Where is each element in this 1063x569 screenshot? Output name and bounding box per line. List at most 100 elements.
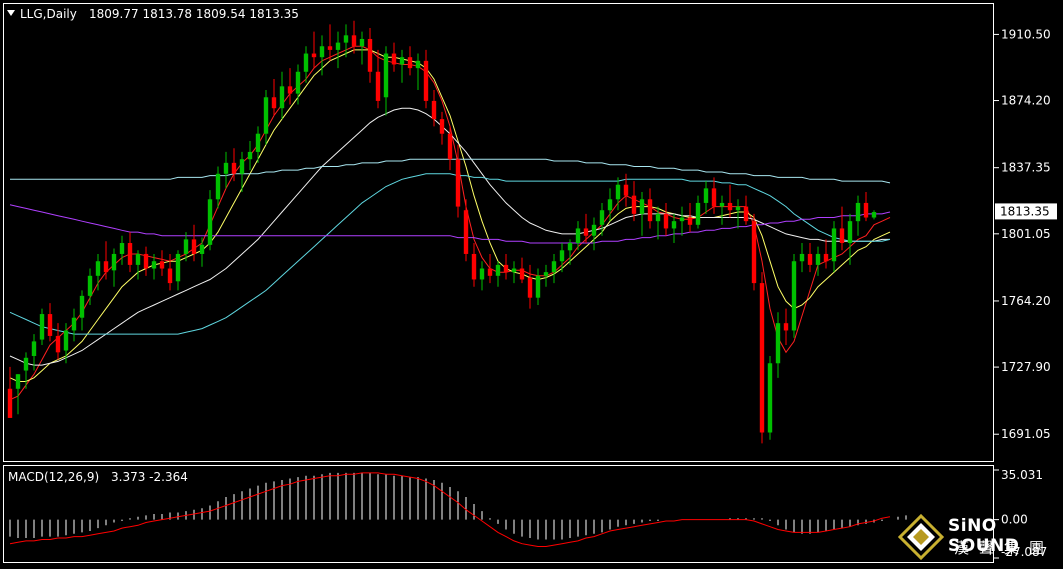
candle-body: [183, 239, 189, 254]
candle-body: [327, 46, 333, 50]
candle-body: [575, 228, 581, 244]
sinosound-logo: SiNO SOUND 漢聲集團: [896, 512, 1056, 562]
candle-body: [591, 224, 597, 236]
candle-body: [431, 100, 437, 120]
candle-body: [791, 261, 797, 331]
candle-body: [607, 199, 613, 211]
candle-body: [415, 60, 421, 69]
candle-body: [15, 374, 21, 389]
candle-body: [815, 253, 821, 265]
candle-body: [823, 253, 829, 262]
candle-body: [463, 210, 469, 254]
candle-body: [319, 46, 325, 58]
candle-body: [127, 243, 133, 265]
candle-body: [295, 71, 301, 94]
candle-body: [727, 202, 733, 211]
candle-body: [215, 173, 221, 200]
candle-body: [855, 202, 861, 222]
candle-body: [759, 283, 765, 433]
candle-body: [351, 35, 357, 47]
candle-body: [703, 188, 709, 203]
candle-body: [495, 264, 501, 276]
chart-window: 1910.50 1874.20 1837.35 1801.05 1764.20 1727.…: [0, 0, 1063, 565]
candle-body: [271, 97, 277, 109]
candle-body: [87, 275, 93, 296]
candle-body: [119, 243, 125, 254]
candle-body: [743, 206, 749, 222]
candle-body: [311, 53, 317, 58]
candle-body: [207, 199, 213, 245]
candle-body: [231, 162, 237, 174]
candle-body: [687, 217, 693, 225]
candle-body: [479, 268, 485, 280]
candle-body: [775, 323, 781, 364]
candle-body: [247, 151, 253, 160]
candle-body: [279, 86, 285, 109]
candle-body: [95, 261, 101, 276]
candle-body: [143, 253, 149, 269]
candle-body: [359, 38, 365, 47]
candle-body: [423, 60, 429, 101]
candle-body: [583, 228, 589, 236]
candle-body: [711, 188, 717, 207]
candle-body: [399, 57, 405, 65]
candle-body: [615, 184, 621, 200]
candle-body: [447, 133, 453, 160]
candle-body: [783, 323, 789, 331]
macd-values: 3.373 -2.364: [111, 470, 188, 484]
candle-body: [663, 213, 669, 229]
macd-label: MACD(12,26,9): [8, 470, 99, 484]
chart-svg: 1910.50 1874.20 1837.35 1801.05 1764.20 1727.…: [0, 0, 1063, 565]
candle: [767, 355, 773, 440]
candle-body: [239, 159, 245, 174]
candle-body: [631, 195, 637, 214]
candle: [759, 272, 765, 444]
candle-body: [383, 53, 389, 98]
candle-body: [559, 250, 565, 262]
ohlc-values: 1809.77 1813.78 1809.54 1813.35: [89, 7, 299, 21]
diamond-logo-icon: [898, 514, 944, 560]
candle-body: [263, 97, 269, 134]
candle-body: [391, 53, 397, 65]
candle-body: [863, 202, 869, 218]
candle-body: [439, 119, 445, 134]
candle-body: [335, 42, 341, 50]
candle-body: [519, 268, 525, 280]
candle-body: [47, 314, 53, 336]
candle-body: [471, 253, 477, 280]
candle-body: [455, 159, 461, 207]
candle-body: [719, 202, 725, 207]
candle-body: [623, 184, 629, 196]
candle-body: [567, 243, 573, 251]
candle-body: [807, 253, 813, 265]
candle-body: [647, 199, 653, 222]
candle-body: [511, 268, 517, 273]
candle-body: [551, 261, 557, 273]
logo-brand-cn: 漢聲集團: [954, 539, 1055, 557]
candle-body: [55, 335, 61, 353]
candle-body: [831, 228, 837, 262]
candle-body: [63, 330, 69, 351]
candle-body: [735, 206, 741, 211]
candle-body: [111, 253, 117, 271]
candle-body: [7, 388, 13, 418]
candle-body: [535, 275, 541, 298]
candle-body: [199, 244, 205, 254]
candle-body: [543, 272, 549, 276]
candle-body: [223, 162, 229, 174]
macd-axis-label: 35.031: [1001, 468, 1043, 482]
price-axis-label: 1801.05: [1001, 227, 1051, 241]
candle: [751, 213, 757, 291]
candle-body: [839, 228, 845, 244]
candle-body: [135, 253, 141, 265]
candle-body: [655, 213, 661, 222]
candle-body: [287, 86, 293, 94]
candle-body: [175, 253, 181, 282]
candle-body: [103, 261, 109, 273]
symbol-label: LLG,Daily: [20, 7, 77, 21]
candle-body: [39, 314, 45, 340]
candle-body: [71, 317, 77, 331]
price-axis-label: 1764.20: [1001, 294, 1051, 308]
current-price-label: 1813.35: [1000, 204, 1050, 218]
candle-body: [79, 295, 85, 318]
